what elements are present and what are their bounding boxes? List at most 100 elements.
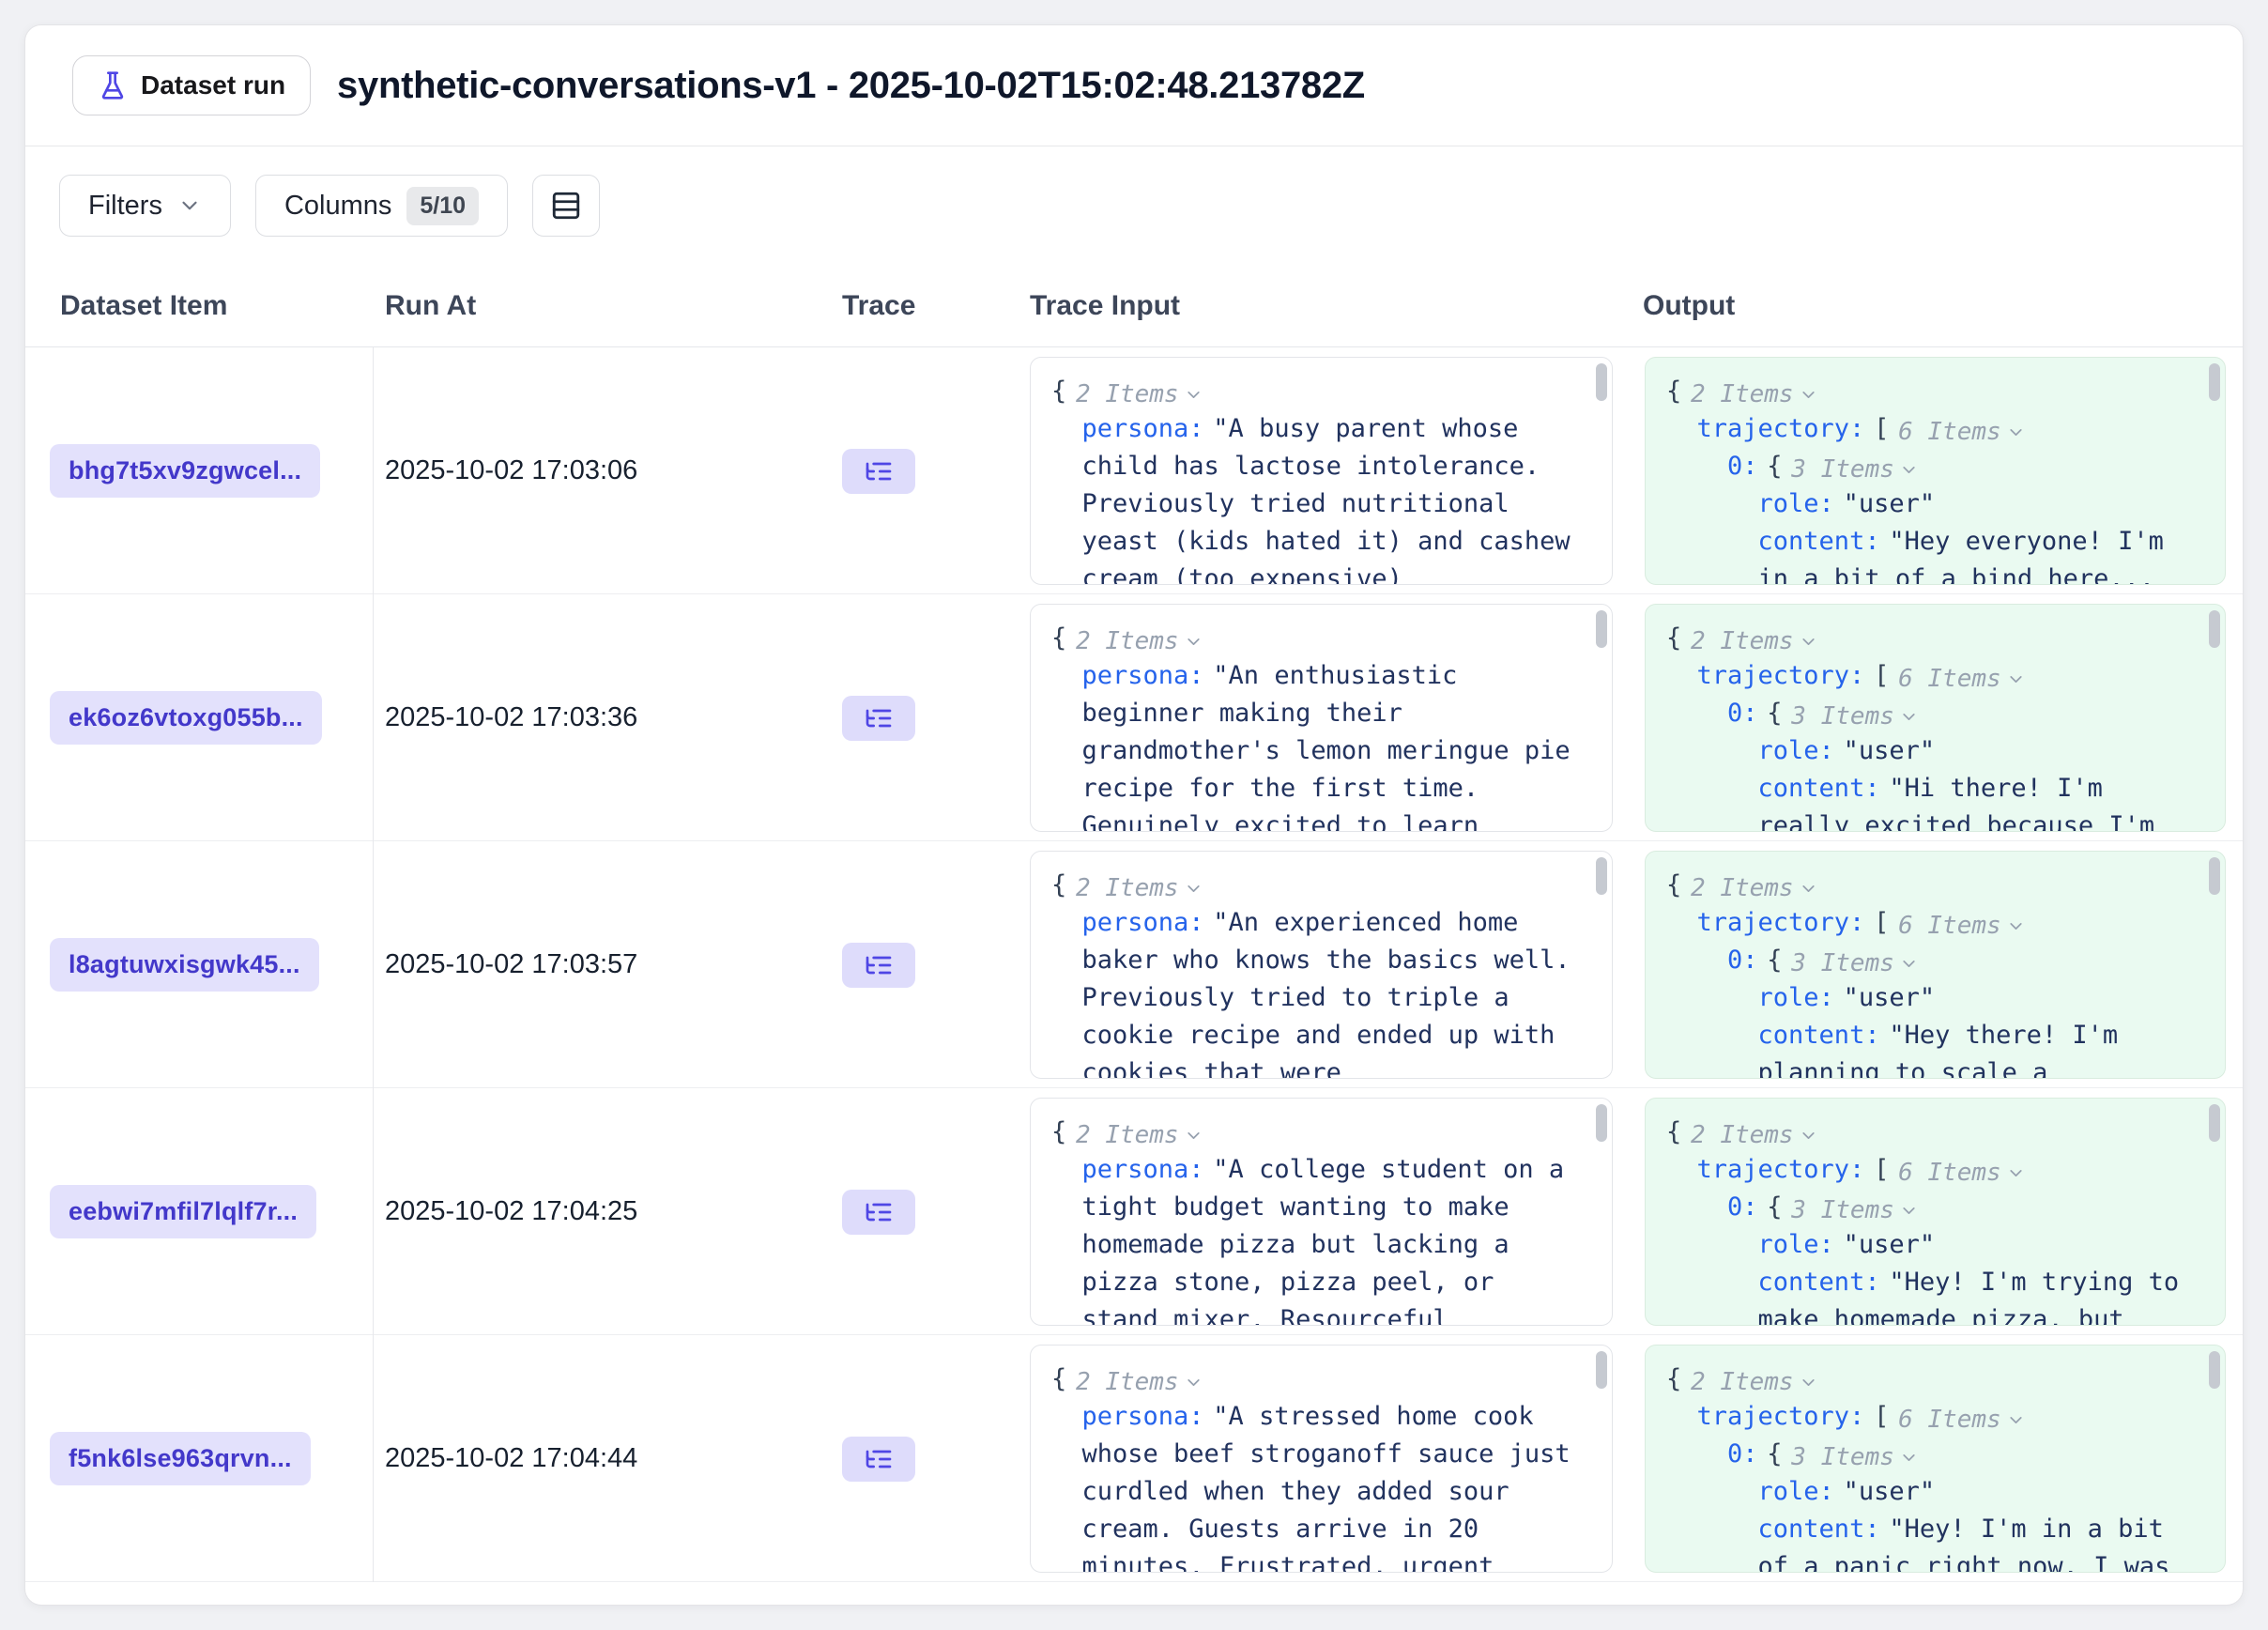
open-brace: { xyxy=(1051,1364,1066,1393)
trace-input-viewer[interactable]: {2 Items persona:"An enthusiastic beginn… xyxy=(1030,604,1613,832)
json-content-line: content:"Hey! I'm in a bit of a panic ri… xyxy=(1666,1511,2197,1573)
open-brace: { xyxy=(1767,1192,1782,1222)
chevron-down-icon xyxy=(1899,707,1919,727)
scrollbar-thumb[interactable] xyxy=(1596,857,1607,895)
json-key-index: 0: xyxy=(1727,1192,1758,1222)
trace-input-viewer[interactable]: {2 Items persona:"An experienced home ba… xyxy=(1030,851,1613,1079)
json-key-trajectory: trajectory: xyxy=(1697,414,1865,443)
open-brace: { xyxy=(1767,946,1782,975)
column-header-dataset-item: Dataset Item xyxy=(25,290,374,322)
trace-button[interactable] xyxy=(842,943,915,988)
trace-button[interactable] xyxy=(842,1437,915,1482)
dataset-item-link[interactable]: ek6oz6vtoxg055b... xyxy=(50,691,322,745)
dataset-item-link[interactable]: f5nk6lse963qrvn... xyxy=(50,1432,311,1485)
json-content-line: content:"Hey! I'm trying to make homemad… xyxy=(1666,1264,2197,1326)
json-root-line: {2 Items xyxy=(1051,867,1584,904)
json-key-role: role: xyxy=(1758,489,1834,518)
json-root-line: {2 Items xyxy=(1666,867,2197,904)
chevron-down-icon xyxy=(1184,879,1203,899)
badge-label: Dataset run xyxy=(141,70,285,100)
chevron-down-icon xyxy=(2006,669,2026,689)
scrollbar-thumb[interactable] xyxy=(2209,1351,2220,1389)
collapse-toggle[interactable]: 2 Items xyxy=(1076,1363,1203,1401)
output-viewer[interactable]: {2 Items trajectory:[6 Items 0:{3 Items … xyxy=(1645,357,2226,585)
scrollbar-thumb[interactable] xyxy=(1596,1351,1607,1389)
table-row: f5nk6lse963qrvn... 2025-10-02 17:04:44 {… xyxy=(25,1335,2243,1582)
dataset-item-link[interactable]: bhg7t5xv9zgwcel... xyxy=(50,444,320,498)
collapse-toggle[interactable]: 2 Items xyxy=(1691,869,1818,907)
json-root-line: {2 Items xyxy=(1051,1114,1584,1151)
list-tree-icon xyxy=(864,703,894,733)
dataset-item-link[interactable]: eebwi7mfil7lqlf7r... xyxy=(50,1185,316,1238)
collapse-toggle[interactable]: 2 Items xyxy=(1691,1363,1818,1401)
collapse-toggle[interactable]: 2 Items xyxy=(1076,376,1203,413)
trace-button[interactable] xyxy=(842,1190,915,1235)
collapse-toggle[interactable]: 2 Items xyxy=(1076,623,1203,660)
scrollbar-thumb[interactable] xyxy=(1596,610,1607,648)
columns-button[interactable]: Columns 5/10 xyxy=(255,175,508,237)
row-height-button[interactable] xyxy=(532,175,600,237)
json-persona-line: persona:"An experienced home baker who k… xyxy=(1051,904,1584,1079)
scrollbar-thumb[interactable] xyxy=(2209,1104,2220,1142)
output-viewer[interactable]: {2 Items trajectory:[6 Items 0:{3 Items … xyxy=(1645,1098,2226,1326)
json-key-trajectory: trajectory: xyxy=(1697,1402,1865,1431)
scrollbar-thumb[interactable] xyxy=(1596,363,1607,401)
json-key-content: content: xyxy=(1758,527,1880,556)
scrollbar-thumb[interactable] xyxy=(2209,857,2220,895)
trace-cell xyxy=(836,1088,1015,1335)
open-brace: { xyxy=(1666,377,1681,406)
json-content-line: content:"Hey there! I'm planning to scal… xyxy=(1666,1017,2197,1079)
runs-table: Dataset Item Run At Trace Trace Input Ou… xyxy=(25,265,2243,1582)
column-header-output: Output xyxy=(1630,290,2243,322)
output-cell: {2 Items trajectory:[6 Items 0:{3 Items … xyxy=(1630,1088,2243,1335)
scrollbar-thumb[interactable] xyxy=(1596,1104,1607,1142)
collapse-toggle[interactable]: 3 Items xyxy=(1791,1438,1919,1476)
output-viewer[interactable]: {2 Items trajectory:[6 Items 0:{3 Items … xyxy=(1645,1345,2226,1573)
chevron-down-icon xyxy=(1799,879,1818,899)
json-key-persona: persona: xyxy=(1082,414,1204,443)
output-viewer[interactable]: {2 Items trajectory:[6 Items 0:{3 Items … xyxy=(1645,604,2226,832)
scrollbar-thumb[interactable] xyxy=(2209,363,2220,401)
trace-input-viewer[interactable]: {2 Items persona:"A busy parent whose ch… xyxy=(1030,357,1613,585)
chevron-down-icon xyxy=(2006,916,2026,936)
open-brace: { xyxy=(1051,1117,1066,1146)
output-cell: {2 Items trajectory:[6 Items 0:{3 Items … xyxy=(1630,347,2243,594)
collapse-toggle[interactable]: 3 Items xyxy=(1791,945,1919,982)
scrollbar-thumb[interactable] xyxy=(2209,610,2220,648)
dataset-item-link[interactable]: l8agtuwxisgwk45... xyxy=(50,938,319,992)
json-value-role: "user" xyxy=(1844,983,1936,1012)
page-title: synthetic-conversations-v1 - 2025-10-02T… xyxy=(337,65,1365,107)
collapse-toggle[interactable]: 2 Items xyxy=(1691,623,1818,660)
filters-button[interactable]: Filters xyxy=(59,175,231,237)
json-key-persona: persona: xyxy=(1082,908,1204,937)
chevron-down-icon xyxy=(177,193,202,218)
json-key-persona: persona: xyxy=(1082,661,1204,690)
table-body: bhg7t5xv9zgwcel... 2025-10-02 17:03:06 {… xyxy=(25,347,2243,1582)
trace-button[interactable] xyxy=(842,696,915,741)
trace-button[interactable] xyxy=(842,449,915,494)
trace-input-cell: {2 Items persona:"An enthusiastic beginn… xyxy=(1015,594,1630,841)
output-viewer[interactable]: {2 Items trajectory:[6 Items 0:{3 Items … xyxy=(1645,851,2226,1079)
json-persona-line: persona:"An enthusiastic beginner making… xyxy=(1051,657,1584,832)
chevron-down-icon xyxy=(1899,1448,1919,1468)
json-root-line: {2 Items xyxy=(1666,1114,2197,1151)
trace-input-viewer[interactable]: {2 Items persona:"A college student on a… xyxy=(1030,1098,1613,1326)
collapse-toggle[interactable]: 3 Items xyxy=(1791,1192,1919,1229)
json-key-role: role: xyxy=(1758,736,1834,765)
json-root-line: {2 Items xyxy=(1051,1361,1584,1398)
collapse-toggle[interactable]: 2 Items xyxy=(1076,869,1203,907)
column-header-run-at: Run At xyxy=(374,290,836,322)
chevron-down-icon xyxy=(2006,1410,2026,1430)
collapse-toggle[interactable]: 6 Items xyxy=(1898,1401,2026,1438)
trace-input-viewer[interactable]: {2 Items persona:"A stressed home cook w… xyxy=(1030,1345,1613,1573)
collapse-toggle[interactable]: 6 Items xyxy=(1898,660,2026,698)
collapse-toggle[interactable]: 3 Items xyxy=(1791,451,1919,488)
json-persona-line: persona:"A busy parent whose child has l… xyxy=(1051,410,1584,585)
collapse-toggle[interactable]: 6 Items xyxy=(1898,1154,2026,1192)
collapse-toggle[interactable]: 2 Items xyxy=(1076,1116,1203,1154)
collapse-toggle[interactable]: 2 Items xyxy=(1691,1116,1818,1154)
collapse-toggle[interactable]: 2 Items xyxy=(1691,376,1818,413)
collapse-toggle[interactable]: 6 Items xyxy=(1898,907,2026,945)
collapse-toggle[interactable]: 6 Items xyxy=(1898,413,2026,451)
collapse-toggle[interactable]: 3 Items xyxy=(1791,698,1919,735)
